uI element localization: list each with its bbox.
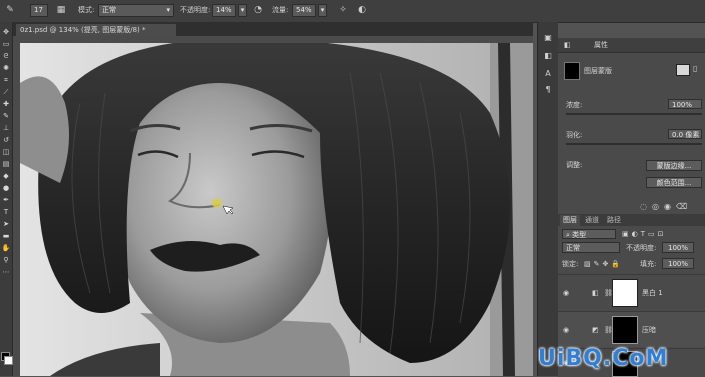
layers-tab-bar: 图层 通道 路径 [558,214,705,226]
shape-tool-icon[interactable]: ▬ [1,232,11,241]
fill-input[interactable]: 100% [662,258,694,269]
flow-dropdown-button[interactable]: ▾ [318,4,327,17]
properties-header: ◧ 属性 [558,38,705,53]
adjustments-icon: ◧ [564,41,571,49]
path-select-icon[interactable]: ➤ [1,220,11,229]
layer-opacity-label: 不透明度: [626,244,657,252]
filter-icons[interactable]: ▣◐T▭⊡ [622,229,666,239]
lock-icons[interactable]: ▨✎✥🔒 [584,259,623,269]
type-tool-icon[interactable]: T [1,208,11,217]
quick-select-icon[interactable]: ✺ [1,64,11,73]
layer-mask-thumbnail [612,279,638,307]
character-panel-icon[interactable]: A [542,68,554,79]
feather-label: 羽化: [566,131,583,139]
history-panel-icon[interactable]: ▣ [542,32,554,43]
color-range-button[interactable]: 颜色范围... [646,177,702,188]
eraser-tool-icon[interactable]: ◫ [1,148,11,157]
density-input[interactable]: 100% [668,99,702,109]
layer-name[interactable]: 黑白 1 [642,288,663,298]
brush-tool-icon[interactable]: ✎ [4,4,16,17]
gradient-tool-icon[interactable]: ▤ [1,160,11,169]
mode-label: 模式: [78,6,95,14]
properties-tab[interactable]: 属性 [594,40,608,50]
eye-icon[interactable]: ◉ [563,289,569,297]
mask-thumbnail [564,62,580,80]
history-brush-icon[interactable]: ↺ [1,136,11,145]
pixel-mask-icon[interactable] [676,64,690,76]
adjust-label: 调整: [566,161,583,169]
adjustment-layer-icon: ◧ [592,289,599,297]
feather-slider[interactable] [566,143,702,145]
layer-filter-row: ⌕ 类型 ▣◐T▭⊡ [558,228,705,240]
healing-brush-icon[interactable]: ✚ [1,100,11,109]
lock-row: 锁定: ▨✎✥🔒 填充: 100% [558,258,705,270]
tab-channels[interactable]: 通道 [582,215,602,226]
pressure-size-icon[interactable]: ◐ [356,4,368,17]
opacity-input[interactable]: 14% [212,4,236,17]
layer-mask-thumbnail [612,316,638,344]
move-tool-icon[interactable]: ✥ [1,28,11,37]
zoom-tool-icon[interactable]: ⚲ [1,256,11,265]
blend-row: 正常 不透明度: 100% [558,242,705,254]
layer-name[interactable]: 压暗 [642,325,656,335]
image-canvas[interactable] [20,43,533,376]
layer-row[interactable]: ◉ ◩ ⛓ 压暗 [558,311,705,347]
chevron-down-icon: ▾ [166,6,170,14]
layer-filter-value: 类型 [572,231,587,239]
clone-stamp-icon[interactable]: ⊥ [1,124,11,133]
vertical-ruler [13,43,20,376]
document-tab[interactable]: 0z1.psd @ 134% (提亮, 图层蒙版/8) * [16,24,176,36]
tools-panel: ✥ ▭ ᘓ ✺ ⌗ ⟋ ✚ ✎ ⊥ ↺ ◫ ▤ ◆ ● ✒ T ➤ ▬ ✋ ⚲ … [0,22,13,376]
brush-tool-icon[interactable]: ✎ [1,112,11,121]
density-label: 浓度: [566,101,583,109]
opacity-dropdown-button[interactable]: ▾ [238,4,247,17]
eyedropper-icon[interactable]: ⟋ [1,88,11,97]
tab-paths[interactable]: 路径 [604,215,624,226]
mode-value: 正常 [102,6,116,14]
lock-label: 锁定: [562,260,579,268]
layer-row[interactable]: ◉ ◧ ⛓ 黑白 1 [558,274,705,310]
layer-opacity-input[interactable]: 100% [662,242,694,253]
curves-layer-icon: ◩ [592,326,599,334]
watermark: UiBQ.CoM [538,346,669,371]
fill-label: 填充: [640,260,657,268]
more-tools-icon[interactable]: ⋯ [1,268,11,277]
paragraph-panel-icon[interactable]: ¶ [542,84,554,95]
adjustments-panel-icon[interactable]: ◧ [542,50,554,61]
airbrush-icon[interactable]: ✧ [336,4,350,17]
vector-mask-icon[interactable]: ▯ [693,64,703,74]
eye-icon[interactable]: ◉ [563,326,569,334]
brush-size-picker[interactable]: 17 [30,4,48,17]
opacity-label: 不透明度: [180,6,211,14]
blend-mode-select[interactable]: 正常 [562,242,620,253]
mask-type-label: 图层蒙版 [584,67,612,75]
tab-layers[interactable]: 图层 [560,215,580,226]
hand-tool-icon[interactable]: ✋ [1,244,11,253]
background-color-swatch[interactable] [4,356,13,365]
feather-input[interactable]: 0.0 像素 [668,129,702,139]
pen-tool-icon[interactable]: ✒ [1,196,11,205]
pressure-opacity-icon[interactable]: ◔ [252,4,264,17]
panel-icon-strip: ▣ ◧ A ¶ [537,22,558,376]
layer-filter-select[interactable]: ⌕ 类型 [562,229,616,239]
portrait-photo [20,43,533,376]
brush-panel-icon[interactable]: ▦ [55,4,67,17]
crop-tool-icon[interactable]: ⌗ [1,76,11,85]
mask-actions-icons[interactable]: ◌◎◉⌫ [640,202,704,212]
marquee-tool-icon[interactable]: ▭ [1,40,11,49]
mode-select[interactable]: 正常 ▾ [98,4,174,17]
density-slider[interactable] [566,113,702,115]
mask-edge-button[interactable]: 蒙版边缘... [646,160,702,171]
dodge-tool-icon[interactable]: ● [1,184,11,193]
flow-label: 流量: [272,6,289,14]
options-bar: ✎ 17 ▦ 模式: 正常 ▾ 不透明度: 14% ▾ ◔ 流量: 54% ▾ ✧… [0,0,705,23]
flow-input[interactable]: 54% [292,4,316,17]
blur-tool-icon[interactable]: ◆ [1,172,11,181]
lasso-tool-icon[interactable]: ᘓ [1,52,11,61]
